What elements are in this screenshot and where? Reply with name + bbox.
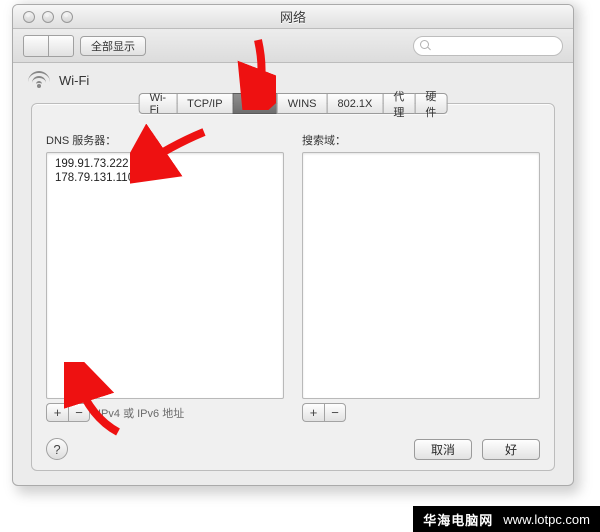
watermark: 华海电脑网 www.lotpc.com xyxy=(413,506,600,532)
domain-pm-buttons: + − xyxy=(302,403,346,422)
toolbar: 全部显示 xyxy=(13,29,573,63)
window-title: 网络 xyxy=(13,7,573,26)
tab-wins[interactable]: WINS xyxy=(277,93,327,114)
add-dns-button[interactable]: + xyxy=(46,403,68,422)
tab-代理[interactable]: 代理 xyxy=(382,93,414,114)
cancel-button[interactable]: 取消 xyxy=(414,439,472,460)
tab-tcp/ip[interactable]: TCP/IP xyxy=(176,93,232,114)
search-icon xyxy=(420,40,431,51)
tab-802.1x[interactable]: 802.1X xyxy=(327,93,383,114)
ok-button[interactable]: 好 xyxy=(482,439,540,460)
dns-servers-column: DNS 服务器： 199.91.73.222178.79.131.110 + −… xyxy=(46,132,284,422)
search-input[interactable] xyxy=(413,36,563,56)
tab-dns[interactable]: DNS xyxy=(233,93,277,114)
tab-bar: Wi-FiTCP/IPDNSWINS802.1X代理硬件 xyxy=(139,93,448,114)
remove-domain-button[interactable]: − xyxy=(324,403,346,422)
forward-button[interactable] xyxy=(48,35,74,57)
watermark-url: www.lotpc.com xyxy=(503,512,590,527)
search-domains-column: 搜索域： + − xyxy=(302,132,540,422)
dns-entry[interactable]: 199.91.73.222 xyxy=(53,157,277,171)
preferences-window: 网络 全部显示 Wi-Fi Wi-FiTCP/IPDNSWINS802.1X代理… xyxy=(12,4,574,486)
dns-servers-list[interactable]: 199.91.73.222178.79.131.110 xyxy=(46,152,284,399)
add-domain-button[interactable]: + xyxy=(302,403,324,422)
wifi-icon xyxy=(27,71,51,89)
show-all-button[interactable]: 全部显示 xyxy=(80,36,146,56)
dns-hint: IPv4 或 IPv6 地址 xyxy=(98,405,184,421)
dns-pm-buttons: + − xyxy=(46,403,90,422)
settings-sheet: Wi-FiTCP/IPDNSWINS802.1X代理硬件 DNS 服务器： 19… xyxy=(31,103,555,471)
interface-name: Wi-Fi xyxy=(59,73,89,88)
watermark-zh: 华海电脑网 xyxy=(423,510,493,529)
content-area: Wi-Fi Wi-FiTCP/IPDNSWINS802.1X代理硬件 DNS 服… xyxy=(13,63,573,485)
search-domains-list[interactable] xyxy=(302,152,540,399)
dns-servers-label: DNS 服务器： xyxy=(46,132,284,148)
titlebar: 网络 xyxy=(13,5,573,29)
tab-wi-fi[interactable]: Wi-Fi xyxy=(139,93,177,114)
back-button[interactable] xyxy=(23,35,49,57)
help-button[interactable]: ? xyxy=(46,438,68,460)
interface-header: Wi-Fi xyxy=(13,63,573,97)
tab-硬件[interactable]: 硬件 xyxy=(414,93,447,114)
search-domains-label: 搜索域： xyxy=(302,132,540,148)
dns-entry[interactable]: 178.79.131.110 xyxy=(53,171,277,185)
show-all-label: 全部显示 xyxy=(91,38,135,54)
remove-dns-button[interactable]: − xyxy=(68,403,90,422)
